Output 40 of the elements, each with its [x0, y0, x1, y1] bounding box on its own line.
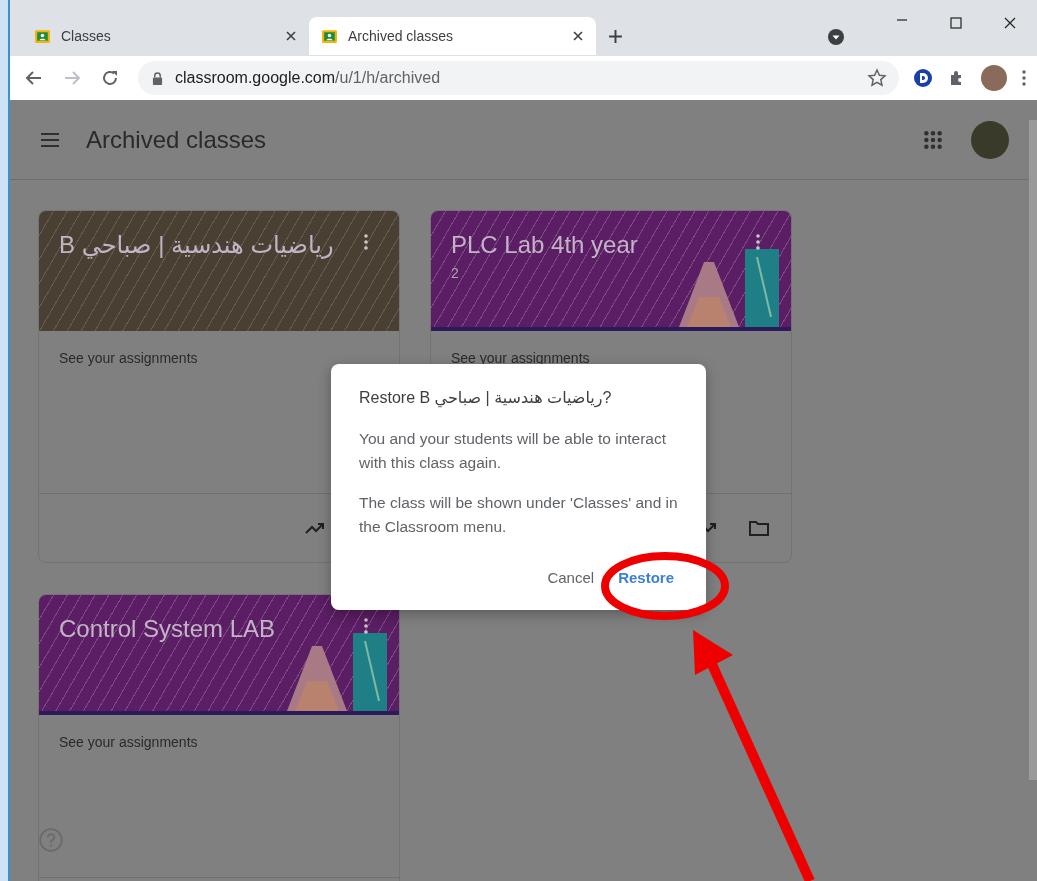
close-tab-icon[interactable]	[285, 30, 297, 42]
cancel-button[interactable]: Cancel	[539, 561, 603, 594]
scrollbar[interactable]	[1029, 120, 1037, 780]
class-section: 2	[451, 265, 459, 281]
address-bar[interactable]: classroom.google.com/u/1/h/archived	[138, 61, 899, 95]
close-tab-icon[interactable]	[572, 30, 584, 42]
lock-icon	[152, 71, 163, 85]
page-title: Archived classes	[86, 125, 267, 154]
class-name[interactable]: Control System LAB	[59, 615, 276, 643]
bookmark-star-icon[interactable]	[867, 68, 887, 88]
close-icon[interactable]	[1003, 16, 1017, 30]
restore-button[interactable]: Restore	[610, 561, 682, 594]
browser-tab[interactable]: Archived classes	[309, 17, 596, 55]
browser-tab[interactable]: Classes	[22, 17, 309, 55]
maximize-icon[interactable]	[949, 16, 963, 30]
more-options-icon[interactable]	[755, 233, 761, 251]
dialog-title: Restore B رياضيات هندسية | صباحي?	[359, 388, 613, 407]
account-avatar[interactable]	[971, 120, 1009, 159]
apps-grid-icon[interactable]	[923, 129, 943, 150]
class-banner[interactable]: PLC Lab 4th year 2	[431, 211, 791, 331]
profile-avatar[interactable]	[981, 65, 1007, 91]
browser-menu-icon[interactable]	[1021, 69, 1027, 87]
dialog-text: You and your students will be able to interact with this class again.	[359, 429, 668, 473]
class-banner[interactable]: Control System LAB	[39, 595, 399, 715]
classroom-favicon-icon	[321, 27, 338, 45]
dialog-text: The class will be shown under 'Classes' and in the Classroom menu.	[359, 493, 679, 537]
extension-icon[interactable]	[913, 68, 933, 88]
more-options-icon[interactable]	[363, 617, 369, 635]
reload-icon[interactable]	[100, 68, 120, 88]
menu-icon[interactable]	[40, 131, 60, 148]
see-assignments-link[interactable]: See your assignments	[59, 350, 198, 366]
see-assignments-link[interactable]: See your assignments	[451, 350, 590, 366]
classroom-favicon-icon	[34, 27, 51, 45]
more-options-icon[interactable]	[363, 233, 369, 251]
tab-search-icon[interactable]	[827, 28, 845, 46]
class-name[interactable]: PLC Lab 4th year	[451, 231, 638, 259]
class-name[interactable]: رياضيات هندسية | صباحي B	[59, 231, 334, 259]
see-assignments-link[interactable]: See your assignments	[59, 734, 198, 750]
photo-placeholder[interactable]: رياضيات هندسية | صباحي B	[39, 211, 399, 331]
new-tab-icon[interactable]	[608, 29, 623, 44]
